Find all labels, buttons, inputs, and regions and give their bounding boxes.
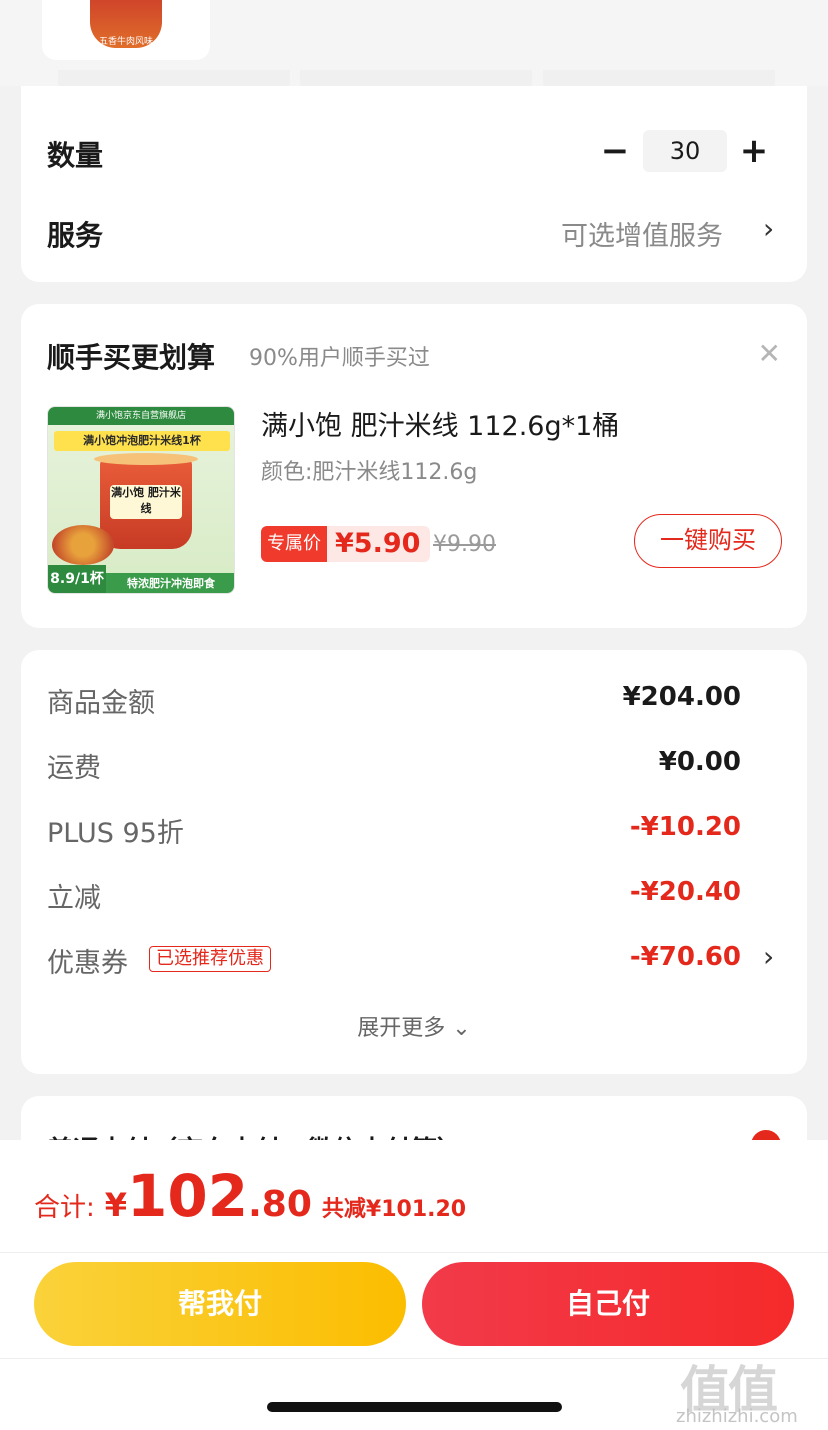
quantity-minus-button[interactable]: − [600, 134, 630, 168]
total-currency: ¥ [104, 1186, 128, 1224]
shipping-label: 运费 [47, 753, 101, 784]
image-headline: 满小饱冲泡肥汁米线1杯 [54, 431, 230, 451]
recommend-card: 顺手买更划算 90%用户顺手买过 ✕ 满小饱京东自营旗舰店 满小饱冲泡肥汁米线1… [21, 304, 807, 628]
help-me-pay-button[interactable]: 帮我付 [34, 1262, 406, 1346]
coupon-chevron-icon[interactable]: › [763, 940, 774, 973]
close-icon[interactable]: ✕ [758, 340, 781, 368]
watermark-logo: 值值值 zhizhizhi.com [676, 1350, 822, 1430]
recommend-product-spec: 颜色:肥汁米线112.6g [261, 460, 478, 485]
exclusive-price-value: ¥5.90 [327, 526, 431, 562]
total-row: 合计: ¥ 102 .80 共减¥101.20 [34, 1162, 466, 1230]
quantity-label: 数量 [47, 139, 104, 172]
coupon-label[interactable]: 优惠券 [47, 941, 128, 980]
instant-discount-value: -¥20.40 [629, 877, 741, 907]
recommend-product-image[interactable]: 满小饱京东自营旗舰店 满小饱冲泡肥汁米线1杯 满小饱 肥汁米线 8.9/1杯 特… [47, 406, 235, 594]
divider [0, 1252, 828, 1253]
quantity-service-card: 数量 − 30 + 服务 可选增值服务 › [21, 86, 807, 282]
recommend-price: 专属价 ¥5.90 [261, 526, 431, 562]
image-price-tag: 8.9/1杯 [48, 565, 106, 593]
subtotal-label: 商品金额 [47, 688, 155, 719]
coupon-value[interactable]: -¥70.60 [630, 942, 741, 972]
service-chevron-icon[interactable]: › [763, 212, 774, 245]
total-label: 合计: [34, 1193, 95, 1223]
coupon-tag-badge: 已选推荐优惠 [149, 946, 271, 972]
plus-discount-label: PLUS 95折 [47, 818, 184, 849]
shipping-value: ¥0.00 [658, 747, 741, 777]
recommend-subtitle: 90%用户顺手买过 [249, 346, 430, 371]
original-price: ¥9.90 [433, 532, 496, 557]
pay-myself-button[interactable]: 自己付 [422, 1262, 794, 1346]
image-store-band: 满小饱京东自营旗舰店 [48, 407, 234, 425]
one-click-buy-button[interactable]: 一键购买 [634, 514, 782, 568]
recommend-title: 顺手买更划算 [47, 341, 216, 374]
image-cup-lid [94, 453, 198, 465]
price-summary-card: 商品金额 ¥204.00 运费 ¥0.00 PLUS 95折 -¥10.20 立… [21, 650, 807, 1074]
total-saved: 共减¥101.20 [321, 1197, 467, 1222]
thumbnail-label: 五香牛肉风味 [98, 37, 153, 47]
service-label: 服务 [47, 219, 104, 252]
image-bowl [52, 525, 114, 565]
product-thumbnail[interactable]: 五香牛肉风味 [42, 0, 210, 60]
subtotal-value: ¥204.00 [622, 682, 741, 712]
recommend-product-name[interactable]: 满小饱 肥汁米线 112.6g*1桶 [261, 404, 619, 443]
exclusive-price-badge: 专属价 [261, 526, 327, 562]
quantity-plus-button[interactable]: + [739, 134, 769, 168]
home-indicator[interactable] [267, 1402, 562, 1412]
watermark-site: zhizhizhi.com [676, 1406, 798, 1427]
quantity-input[interactable]: 30 [643, 130, 727, 172]
expand-more-button[interactable]: 展开更多 ⌄ [21, 1010, 807, 1042]
checkout-panel: 合计: ¥ 102 .80 共减¥101.20 帮我付 自己付 值值值 zhiz… [0, 1140, 828, 1430]
total-integer: 102 [127, 1162, 249, 1230]
total-decimal: .80 [248, 1184, 312, 1225]
image-cup-text: 满小饱 肥汁米线 [110, 485, 182, 519]
service-value[interactable]: 可选增值服务 [561, 214, 723, 253]
instant-discount-label: 立减 [47, 883, 101, 914]
image-bottom-text: 特浓肥汁冲泡即食 [106, 573, 234, 593]
plus-discount-value: -¥10.20 [629, 812, 741, 842]
